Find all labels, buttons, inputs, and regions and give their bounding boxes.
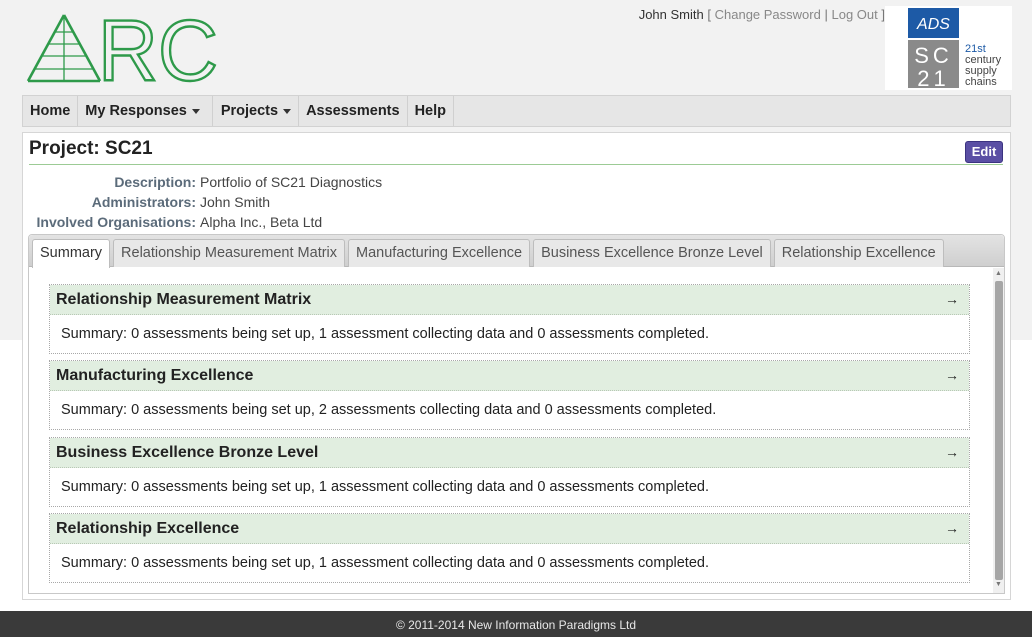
- link-separator: |: [824, 7, 828, 22]
- nav-my-responses[interactable]: My Responses: [78, 96, 213, 126]
- nav-assessments[interactable]: Assessments: [299, 96, 408, 126]
- user-name: John Smith: [638, 7, 704, 22]
- tab-manufacturing-excellence[interactable]: Manufacturing Excellence: [348, 239, 531, 267]
- change-password-link[interactable]: Change Password: [715, 7, 821, 22]
- section-summary: Summary: 0 assessments being set up, 1 a…: [61, 326, 709, 342]
- bracket-open: [: [707, 7, 711, 22]
- nav-home-label: Home: [30, 103, 71, 119]
- tab-relationship-measurement-matrix[interactable]: Relationship Measurement Matrix: [113, 239, 346, 267]
- vertical-scrollbar[interactable]: ▲ ▼: [993, 268, 1004, 593]
- arrow-right-icon[interactable]: →: [945, 514, 959, 543]
- page-title: Project: SC21: [29, 138, 153, 159]
- svg-text:ADS: ADS: [916, 16, 950, 33]
- chevron-down-icon: [283, 108, 292, 114]
- tabs-container: Summary Relationship Measurement Matrix …: [28, 234, 1005, 594]
- meta-label: Involved Organisations:: [36, 214, 196, 230]
- arrow-right-icon[interactable]: →: [945, 285, 959, 314]
- meta-description: Description: Portfolio of SC21 Diagnostic…: [23, 172, 382, 192]
- section-relationship-measurement-matrix: Relationship Measurement Matrix → Summar…: [49, 284, 970, 354]
- section-title: Manufacturing Excellence: [56, 367, 254, 384]
- meta-value: John Smith: [200, 194, 271, 210]
- copyright-text: © 2011-2014 New Information Paradigms Lt…: [395, 618, 637, 632]
- tab-business-excellence-bronze-level[interactable]: Business Excellence Bronze Level: [533, 239, 771, 267]
- nav-help-label: Help: [414, 103, 446, 119]
- scroll-down-icon[interactable]: ▼: [993, 581, 1004, 591]
- arrow-right-icon[interactable]: →: [945, 361, 959, 390]
- title-row: Project: SC21 Edit: [29, 137, 1003, 165]
- project-panel: Project: SC21 Edit Description: Portfolio…: [22, 132, 1011, 600]
- footer: © 2011-2014 New Information Paradigms Lt…: [0, 611, 1032, 637]
- arrow-right-icon[interactable]: →: [945, 438, 959, 467]
- meta-label: Description:: [114, 174, 196, 190]
- summary-tab-panel: Relationship Measurement Matrix → Summar…: [29, 268, 1004, 593]
- section-title: Business Excellence Bronze Level: [56, 444, 319, 461]
- tab-relationship-excellence[interactable]: Relationship Excellence: [773, 239, 944, 267]
- section-summary: Summary: 0 assessments being set up, 1 a…: [61, 479, 709, 495]
- user-bar: John Smith [ Change Password | Log Out ]: [639, 7, 885, 22]
- tab-bar: Summary Relationship Measurement Matrix …: [29, 235, 1004, 268]
- section-relationship-excellence: Relationship Excellence → Summary: 0 ass…: [49, 513, 970, 583]
- nav-home[interactable]: Home: [23, 96, 79, 126]
- nav-my-responses-label: My Responses: [85, 103, 187, 119]
- section-header[interactable]: Business Excellence Bronze Level →: [50, 438, 969, 468]
- svg-text:RC: RC: [98, 12, 218, 84]
- section-header[interactable]: Manufacturing Excellence →: [50, 361, 969, 391]
- section-header[interactable]: Relationship Excellence →: [50, 514, 969, 544]
- section-business-excellence-bronze-level: Business Excellence Bronze Level → Summa…: [49, 437, 970, 507]
- nav-help[interactable]: Help: [408, 96, 454, 126]
- section-summary: Summary: 0 assessments being set up, 1 a…: [61, 555, 709, 571]
- scrollbar-thumb[interactable]: [995, 281, 1003, 580]
- nav-assessments-label: Assessments: [306, 103, 400, 119]
- meta-involved-organisations: Involved Organisations: Alpha Inc., Beta …: [23, 212, 323, 232]
- svg-text:21: 21: [917, 66, 949, 90]
- svg-text:SC: SC: [914, 43, 953, 68]
- nav-projects[interactable]: Projects: [213, 96, 300, 126]
- section-title: Relationship Excellence: [56, 520, 240, 537]
- scroll-up-icon[interactable]: ▲: [993, 270, 1004, 280]
- meta-label: Administrators:: [91, 194, 196, 210]
- arc-logo[interactable]: RC: [26, 12, 220, 84]
- meta-value: Portfolio of SC21 Diagnostics: [200, 174, 383, 190]
- section-header[interactable]: Relationship Measurement Matrix →: [50, 285, 969, 315]
- meta-administrators: Administrators: John Smith: [23, 192, 270, 212]
- svg-text:chains: chains: [965, 76, 997, 88]
- nav-projects-label: Projects: [220, 103, 279, 119]
- sc21-partner-logo: ADS SC 21 21st century supply chains: [885, 6, 1012, 91]
- chevron-down-icon: [191, 108, 200, 114]
- header: RC John Smith [ Change Password | Log Ou…: [0, 0, 1032, 95]
- edit-button[interactable]: Edit: [965, 141, 1003, 163]
- main-nav: Home My Responses Projects Assessments H…: [22, 95, 1011, 127]
- meta-value: Alpha Inc., Beta Ltd: [200, 214, 323, 230]
- tab-summary[interactable]: Summary: [32, 239, 111, 268]
- log-out-link[interactable]: Log Out: [831, 7, 877, 22]
- section-title: Relationship Measurement Matrix: [56, 291, 312, 308]
- section-summary: Summary: 0 assessments being set up, 2 a…: [61, 402, 717, 418]
- section-manufacturing-excellence: Manufacturing Excellence → Summary: 0 as…: [49, 360, 970, 430]
